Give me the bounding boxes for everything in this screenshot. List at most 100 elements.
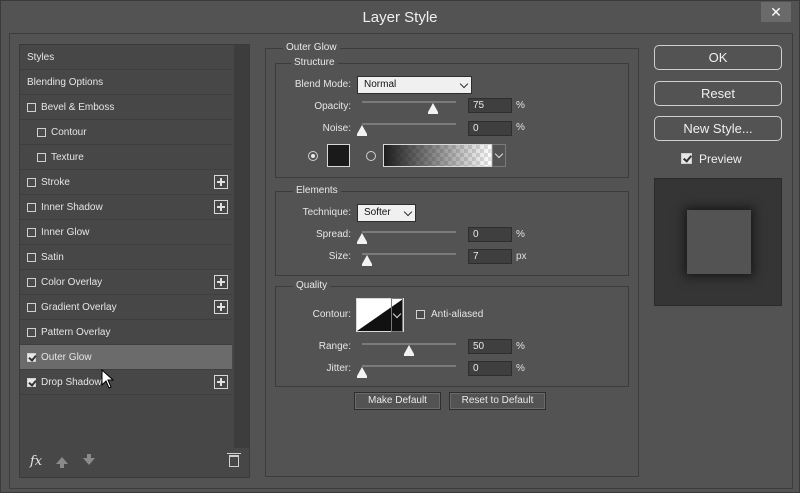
opacity-unit: % xyxy=(516,100,525,111)
style-item-label: Pattern Overlay xyxy=(41,326,111,338)
technique-value: Softer xyxy=(364,207,391,218)
add-effect-plus-icon[interactable] xyxy=(214,275,228,289)
style-item-styles[interactable]: Styles xyxy=(20,45,232,70)
styles-footer: fx xyxy=(20,447,249,477)
jitter-slider[interactable] xyxy=(362,365,456,367)
size-slider-thumb[interactable] xyxy=(361,255,372,266)
noise-input[interactable]: 0 xyxy=(468,121,512,136)
elements-title: Elements xyxy=(293,185,341,196)
style-checkbox[interactable] xyxy=(27,352,36,362)
anti-aliased-label: Anti-aliased xyxy=(431,309,484,320)
style-checkbox[interactable] xyxy=(37,127,46,137)
jitter-input[interactable]: 0 xyxy=(468,361,512,376)
gradient-radio[interactable] xyxy=(366,151,376,161)
style-item-color-overlay[interactable]: Color Overlay xyxy=(20,270,232,295)
style-checkbox[interactable] xyxy=(27,202,36,212)
style-item-bevel-emboss[interactable]: Bevel & Emboss xyxy=(20,95,232,120)
opacity-slider-thumb[interactable] xyxy=(427,103,438,114)
noise-slider[interactable] xyxy=(362,123,456,125)
jitter-slider-thumb[interactable] xyxy=(357,367,367,378)
chevron-down-icon xyxy=(459,79,469,89)
color-radio[interactable] xyxy=(308,151,318,161)
dialog-title: Layer Style xyxy=(362,9,438,26)
reset-button[interactable]: Reset xyxy=(654,81,782,106)
range-input[interactable]: 50 xyxy=(468,339,512,354)
ok-button[interactable]: OK xyxy=(654,45,782,70)
size-label: Size: xyxy=(328,251,351,262)
blend-mode-label: Blend Mode: xyxy=(294,79,351,90)
glow-color-swatch[interactable] xyxy=(327,144,350,167)
style-item-label: Outer Glow xyxy=(41,351,92,363)
style-checkbox[interactable] xyxy=(27,277,36,287)
style-item-inner-glow[interactable]: Inner Glow xyxy=(20,220,232,245)
gradient-picker-chevron-icon[interactable] xyxy=(492,144,506,167)
opacity-slider[interactable] xyxy=(362,101,456,103)
preview-checkbox[interactable] xyxy=(681,153,692,164)
style-item-label: Drop Shadow xyxy=(41,376,102,388)
range-slider-thumb[interactable] xyxy=(404,345,414,356)
style-item-blending-options[interactable]: Blending Options xyxy=(20,70,232,95)
title-bar: Layer Style ✕ xyxy=(1,1,799,33)
range-label: Range: xyxy=(318,341,351,352)
style-item-stroke[interactable]: Stroke xyxy=(20,170,232,195)
make-default-button[interactable]: Make Default xyxy=(354,392,441,410)
trash-icon[interactable] xyxy=(227,453,241,467)
glow-gradient-swatch[interactable] xyxy=(383,144,492,167)
style-item-label: Texture xyxy=(51,151,84,163)
size-slider[interactable] xyxy=(362,253,456,255)
reset-to-default-button[interactable]: Reset to Default xyxy=(449,392,546,410)
noise-label: Noise: xyxy=(322,123,351,134)
style-checkbox[interactable] xyxy=(27,302,36,312)
add-effect-plus-icon[interactable] xyxy=(214,175,228,189)
style-item-label: Satin xyxy=(41,251,64,263)
blend-mode-value: Normal xyxy=(364,79,397,90)
style-item-label: Blending Options xyxy=(27,76,104,88)
style-checkbox[interactable] xyxy=(27,252,36,262)
quality-title: Quality xyxy=(293,280,331,291)
structure-title: Structure xyxy=(291,57,338,68)
style-checkbox[interactable] xyxy=(27,177,36,187)
style-checkbox[interactable] xyxy=(27,227,36,237)
styles-list: Styles Blending Options Bevel & Emboss Cont… xyxy=(20,45,232,395)
blend-mode-dropdown[interactable]: Normal xyxy=(357,76,472,94)
styles-scrollbar[interactable] xyxy=(234,45,249,448)
style-item-contour[interactable]: Contour xyxy=(20,120,232,145)
style-item-texture[interactable]: Texture xyxy=(20,145,232,170)
jitter-label: Jitter: xyxy=(326,363,351,374)
spread-input[interactable]: 0 xyxy=(468,227,512,242)
style-item-pattern-overlay[interactable]: Pattern Overlay xyxy=(20,320,232,345)
move-down-icon[interactable] xyxy=(83,454,95,465)
style-item-inner-shadow[interactable]: Inner Shadow xyxy=(20,195,232,220)
move-up-icon[interactable] xyxy=(56,457,68,468)
style-item-satin[interactable]: Satin xyxy=(20,245,232,270)
anti-aliased-checkbox[interactable] xyxy=(416,310,425,319)
add-effect-plus-icon[interactable] xyxy=(214,200,228,214)
style-item-label: Gradient Overlay xyxy=(41,301,117,313)
noise-slider-thumb[interactable] xyxy=(357,125,367,136)
style-item-gradient-overlay[interactable]: Gradient Overlay xyxy=(20,295,232,320)
add-effect-plus-icon[interactable] xyxy=(214,375,228,389)
spread-slider[interactable] xyxy=(362,231,456,233)
range-unit: % xyxy=(516,341,525,352)
style-checkbox[interactable] xyxy=(27,377,36,387)
preview-swatch xyxy=(687,210,751,274)
style-checkbox[interactable] xyxy=(27,327,36,337)
style-item-outer-glow[interactable]: Outer Glow xyxy=(20,345,232,370)
close-button[interactable]: ✕ xyxy=(761,2,791,22)
size-unit: px xyxy=(516,251,527,262)
add-effect-plus-icon[interactable] xyxy=(214,300,228,314)
style-item-label: Inner Shadow xyxy=(41,201,103,213)
style-item-label: Stroke xyxy=(41,176,70,188)
fx-icon[interactable]: fx xyxy=(30,454,42,469)
technique-dropdown[interactable]: Softer xyxy=(357,204,416,222)
spread-unit: % xyxy=(516,229,525,240)
new-style-button[interactable]: New Style... xyxy=(654,116,782,141)
style-checkbox[interactable] xyxy=(27,102,36,112)
style-item-drop-shadow[interactable]: Drop Shadow xyxy=(20,370,232,395)
chevron-down-icon xyxy=(403,207,413,217)
contour-picker-chevron-icon[interactable] xyxy=(391,298,403,332)
size-input[interactable]: 7 xyxy=(468,249,512,264)
opacity-input[interactable]: 75 xyxy=(468,98,512,113)
style-checkbox[interactable] xyxy=(37,152,46,162)
spread-slider-thumb[interactable] xyxy=(357,233,367,244)
